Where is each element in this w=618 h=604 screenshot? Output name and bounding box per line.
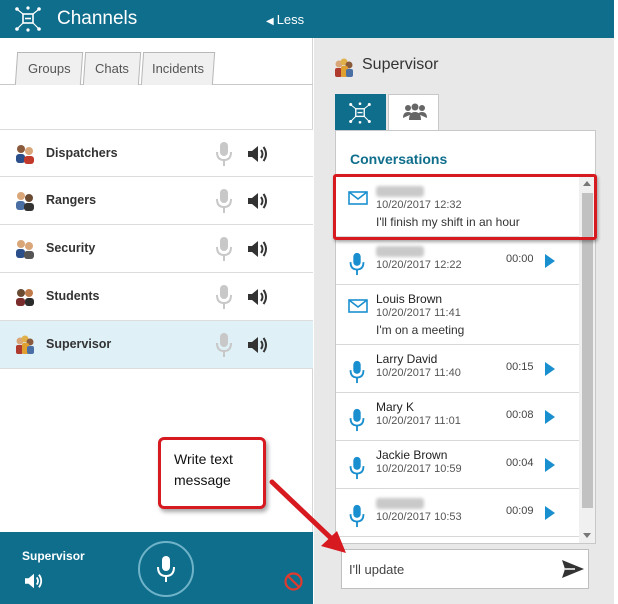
message-date: 10/20/2017 11:41 bbox=[376, 307, 461, 319]
group-avatar-icon bbox=[16, 335, 34, 354]
message-compose-box bbox=[341, 549, 589, 589]
message-date: 10/20/2017 11:40 bbox=[376, 367, 461, 379]
message-date: 10/20/2017 11:01 bbox=[376, 415, 461, 427]
network-hub-icon bbox=[349, 102, 371, 124]
message-text: I'm on a meeting bbox=[376, 323, 465, 337]
conversation-item[interactable]: Louis Brown 10/20/2017 11:41 I'm on a me… bbox=[336, 285, 579, 345]
channel-name: Supervisor bbox=[46, 337, 112, 351]
callout-write-text-message: Write text message bbox=[158, 437, 266, 509]
microphone-icon bbox=[349, 408, 365, 432]
channels-header: Channels ◀ Less bbox=[0, 0, 614, 38]
microphone-icon[interactable] bbox=[215, 332, 233, 358]
page-title: Channels bbox=[57, 8, 138, 29]
app-window: Channels ◀ Less Groups Chats Incidents Di… bbox=[0, 0, 618, 604]
group-avatar-icon bbox=[16, 289, 34, 306]
microphone-icon[interactable] bbox=[215, 236, 233, 262]
microphone-icon bbox=[349, 360, 365, 384]
tab-chats[interactable]: Chats bbox=[82, 52, 142, 85]
tab-groups-label: Groups bbox=[27, 61, 71, 76]
group-avatar-icon bbox=[16, 145, 34, 164]
speaker-icon[interactable] bbox=[24, 572, 44, 590]
sender-name-redacted bbox=[376, 246, 424, 257]
scroll-thumb[interactable] bbox=[582, 193, 593, 508]
channel-name: Security bbox=[46, 241, 96, 255]
tab-members[interactable] bbox=[388, 94, 439, 130]
microphone-icon bbox=[349, 456, 365, 480]
tab-chats-label: Chats bbox=[94, 61, 129, 76]
speaker-icon[interactable] bbox=[247, 144, 269, 164]
conversation-panel: Supervisor Conversations 10/20/2017 12:3… bbox=[314, 38, 614, 604]
conversation-item[interactable]: 10/20/2017 10:53 00:09 bbox=[336, 489, 579, 537]
play-icon[interactable] bbox=[545, 362, 555, 376]
sender-name: Larry David bbox=[376, 352, 438, 366]
microphone-icon bbox=[349, 252, 365, 276]
tab-conversations[interactable] bbox=[335, 94, 386, 130]
conversations-heading: Conversations bbox=[350, 151, 448, 167]
speaker-icon[interactable] bbox=[247, 335, 269, 355]
members-icon bbox=[403, 103, 427, 120]
conversation-item[interactable]: 10/20/2017 12:22 00:00 bbox=[336, 237, 579, 285]
sender-name-redacted bbox=[376, 498, 424, 509]
channels-panel: Groups Chats Incidents Dispatchers Range… bbox=[0, 38, 313, 532]
message-date: 10/20/2017 10:59 bbox=[376, 463, 462, 475]
less-label: Less bbox=[276, 12, 305, 27]
channel-list: Dispatchers Rangers Security Students Su… bbox=[0, 129, 313, 369]
play-icon[interactable] bbox=[545, 410, 555, 424]
microphone-icon[interactable] bbox=[215, 188, 233, 214]
channel-name: Rangers bbox=[46, 193, 97, 207]
push-to-talk-button[interactable] bbox=[138, 541, 194, 597]
network-hub-icon bbox=[15, 6, 41, 32]
microphone-icon bbox=[157, 556, 175, 582]
channel-type-tabs: Groups Chats Incidents bbox=[0, 38, 313, 85]
speaker-icon[interactable] bbox=[247, 191, 269, 211]
scroll-down-icon[interactable] bbox=[583, 533, 591, 538]
channel-row-rangers[interactable]: Rangers bbox=[0, 177, 313, 225]
microphone-icon[interactable] bbox=[215, 284, 233, 310]
play-icon[interactable] bbox=[545, 506, 555, 520]
voice-duration: 00:15 bbox=[506, 361, 534, 373]
play-icon[interactable] bbox=[545, 458, 555, 472]
sender-name: Mary K bbox=[376, 400, 415, 414]
conversation-item[interactable]: Larry David 10/20/2017 11:40 00:15 bbox=[336, 345, 579, 393]
message-date: 10/20/2017 10:53 bbox=[376, 511, 462, 523]
microphone-icon[interactable] bbox=[215, 141, 233, 167]
sender-name: Louis Brown bbox=[376, 292, 443, 306]
tab-incidents-label: Incidents bbox=[151, 61, 204, 76]
voice-duration: 00:04 bbox=[506, 457, 534, 469]
ptt-bar: Supervisor bbox=[0, 532, 313, 604]
microphone-icon bbox=[349, 504, 365, 528]
voice-duration: 00:00 bbox=[506, 253, 534, 265]
group-avatar-icon bbox=[335, 58, 353, 77]
channel-row-supervisor[interactable]: Supervisor bbox=[0, 321, 313, 369]
sender-name: Jackie Brown bbox=[376, 448, 448, 462]
voice-duration: 00:08 bbox=[506, 409, 534, 421]
less-toggle-button[interactable]: ◀ Less bbox=[266, 12, 304, 27]
triangle-left-icon: ◀ bbox=[266, 16, 274, 27]
panel-title: Supervisor bbox=[362, 56, 439, 73]
message-input[interactable] bbox=[349, 558, 539, 580]
send-icon[interactable] bbox=[561, 559, 585, 579]
conversation-item[interactable]: Mary K 10/20/2017 11:01 00:08 bbox=[336, 393, 579, 441]
envelope-icon bbox=[348, 299, 368, 313]
play-icon[interactable] bbox=[545, 254, 555, 268]
tab-incidents[interactable]: Incidents bbox=[140, 52, 216, 85]
speaker-icon[interactable] bbox=[247, 287, 269, 307]
speaker-icon[interactable] bbox=[247, 239, 269, 259]
channel-row-security[interactable]: Security bbox=[0, 225, 313, 273]
tab-groups[interactable]: Groups bbox=[14, 52, 84, 85]
message-date: 10/20/2017 12:22 bbox=[376, 259, 462, 271]
channel-row-dispatchers[interactable]: Dispatchers bbox=[0, 129, 313, 177]
block-icon[interactable] bbox=[284, 572, 303, 591]
conversation-item[interactable]: Jackie Brown 10/20/2017 10:59 00:04 bbox=[336, 441, 579, 489]
channel-row-students[interactable]: Students bbox=[0, 273, 313, 321]
voice-duration: 00:09 bbox=[506, 505, 534, 517]
channel-name: Dispatchers bbox=[46, 146, 118, 160]
group-avatar-icon bbox=[16, 192, 34, 211]
channel-name: Students bbox=[46, 289, 100, 303]
active-channel-name: Supervisor bbox=[22, 549, 85, 563]
group-avatar-icon bbox=[16, 240, 34, 259]
highlight-box bbox=[333, 174, 597, 240]
